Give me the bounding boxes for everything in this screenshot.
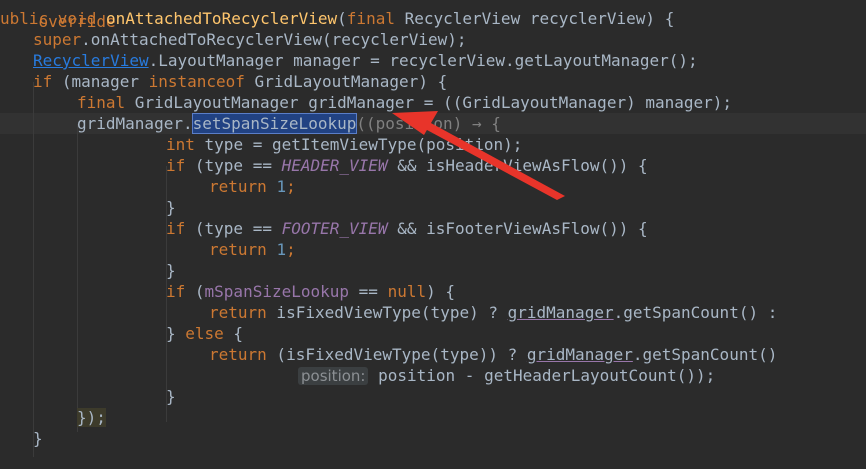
red-arrow-icon [392, 111, 565, 200]
code-editor[interactable]: override ublic void onAttachedToRecycler… [0, 0, 866, 469]
arrow-shaft [414, 116, 565, 200]
